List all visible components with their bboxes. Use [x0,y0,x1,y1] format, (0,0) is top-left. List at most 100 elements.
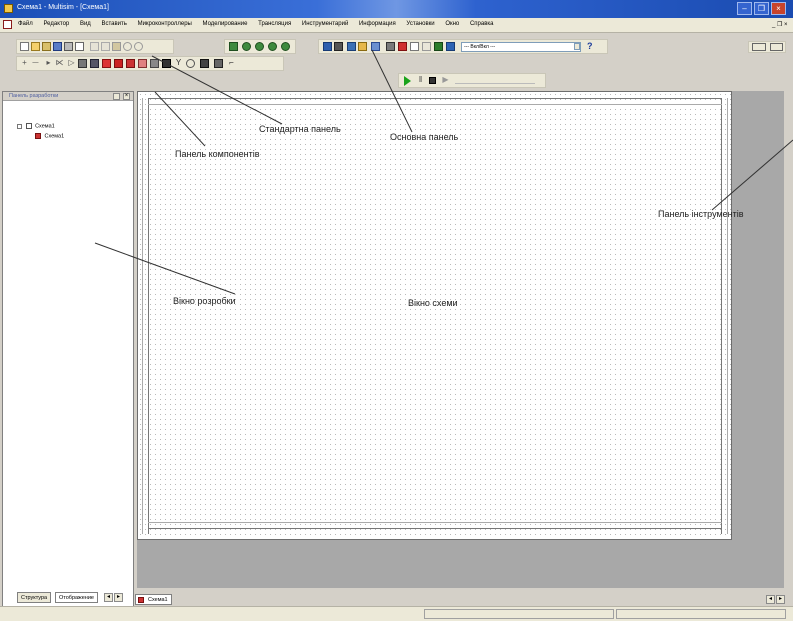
annotation-component-panel: Панель компонентів [175,149,260,159]
analog-icon[interactable]: ▷ [67,59,76,68]
stop-simulation-icon[interactable] [429,77,436,84]
open-folder-icon[interactable] [31,42,40,51]
postprocessor-icon[interactable] [386,42,395,51]
document-icon[interactable] [3,20,12,29]
misc-digital-icon[interactable] [102,59,111,68]
menu-reports[interactable]: Информация [359,21,396,27]
tab-visibility[interactable]: Отображение [55,592,98,603]
menu-mcu[interactable]: Микроконтроллеры [138,21,192,27]
tree-root[interactable]: Схема1 [17,123,55,129]
open-sample-icon[interactable] [42,42,51,51]
menu-options[interactable]: Установки [406,21,434,27]
menu-tools[interactable]: Инструментарий [302,21,348,27]
pause-at-next-icon[interactable]: ▶ [441,76,450,85]
zoom-area-icon[interactable] [268,42,277,51]
save-icon[interactable] [53,42,62,51]
ttl-icon[interactable] [78,59,87,68]
menu-bar: Файл Редактор Вид Вставить Микроконтролл… [0,18,793,33]
bus-icon[interactable]: ⌐ [227,59,236,68]
print-icon[interactable] [64,42,73,51]
sheet-tab[interactable]: Схема1 [135,594,172,605]
power-component-icon[interactable] [138,59,147,68]
in-use-list-dropdown[interactable]: --- Вкл/Вкл --- [461,42,581,52]
erc-icon[interactable] [398,42,407,51]
annotation-main-panel: Основна панель [390,132,459,142]
full-screen-icon[interactable] [229,42,238,51]
new-file-icon[interactable] [20,42,29,51]
mdi-controls[interactable]: _ ❐ × [772,21,788,28]
app-icon [4,4,13,13]
standard-toolbar [16,39,174,54]
menu-help[interactable]: Справка [470,21,494,27]
power-source-icon[interactable]: + [20,59,29,68]
zoom-toolbar [224,39,296,54]
indicator-icon[interactable] [126,59,135,68]
mixed-icon[interactable] [114,59,123,68]
schematic-icon [35,133,41,139]
sheet-tab-icon [138,597,144,603]
main-toolbar: --- Вкл/Вкл --- ? [318,39,608,54]
menu-transfer[interactable]: Трансляция [258,21,291,27]
menu-simulate[interactable]: Моделирование [203,21,248,27]
copy-icon[interactable] [101,42,110,51]
sheet-scroll-right-icon[interactable]: ▸ [776,595,785,604]
arrow-icon[interactable] [446,42,455,51]
cut-icon[interactable] [90,42,99,51]
tab-scroll-right-icon[interactable]: ▸ [114,593,123,602]
tree-child[interactable]: Схема1 [35,133,64,139]
paste-icon[interactable] [112,42,121,51]
run-simulation-icon[interactable] [404,76,411,86]
annotation-dev-window: Вікно розробки [173,296,236,306]
electromechanical-icon[interactable] [186,59,195,68]
sheet-scroll-left-icon[interactable]: ◂ [766,595,775,604]
zoom-fit-icon[interactable] [281,42,290,51]
tree-expand-icon[interactable] [17,123,22,129]
diode-icon[interactable]: ▸ [44,59,53,68]
status-pane-middle [424,609,614,619]
transistor-icon[interactable]: ⋉ [55,59,64,68]
restore-button[interactable]: ❐ [754,2,769,15]
basic-component-icon[interactable]: ⏤ [31,59,40,68]
panel-pin-icon[interactable] [113,93,120,100]
workspace[interactable] [137,91,784,588]
grapher-icon[interactable] [371,42,380,51]
back-annotate-icon[interactable] [422,42,431,51]
rf-icon[interactable]: Y [174,59,183,68]
redo-icon[interactable] [134,42,143,51]
misc-icon[interactable] [150,59,159,68]
title-bar: Схема1 - Multisim - [Схема1] – ❐ × [0,0,793,18]
minimize-button[interactable]: – [737,2,752,15]
help-icon[interactable]: ? [587,41,593,51]
menu-file[interactable]: Файл [18,21,33,27]
menu-insert[interactable]: Вставить [101,21,126,27]
cmos-icon[interactable] [90,59,99,68]
menu-window[interactable]: Окно [445,21,459,27]
zoom-out-icon[interactable] [255,42,264,51]
step-controls-icon[interactable] [455,76,535,84]
dropdown-arrow-icon[interactable] [574,43,580,50]
undo-icon[interactable] [123,42,132,51]
panel-close-icon[interactable]: × [123,93,130,100]
tile-view-icon[interactable] [770,43,783,51]
window-view-icon[interactable] [752,43,766,51]
ultiboard-icon[interactable] [410,42,419,51]
ruler-left [142,98,143,534]
tab-scroll-left-icon[interactable]: ◂ [104,593,113,602]
mcu-icon[interactable] [200,59,209,68]
advanced-peripherals-icon[interactable] [162,59,171,68]
show-design-toolbox-icon[interactable] [323,42,332,51]
print-preview-icon[interactable] [75,42,84,51]
hierarchical-block-icon[interactable] [214,59,223,68]
forward-annotate-icon[interactable] [434,42,443,51]
menu-edit[interactable]: Редактор [43,21,69,27]
tab-hierarchy[interactable]: Структура [17,592,52,603]
close-button[interactable]: × [771,2,786,15]
zoom-in-icon[interactable] [242,42,251,51]
create-component-icon[interactable] [358,42,367,51]
ruler-top [148,104,722,105]
menu-view[interactable]: Вид [80,21,91,27]
pause-simulation-icon[interactable]: ‖ [416,76,425,85]
database-manager-icon[interactable] [347,42,356,51]
spreadsheet-view-icon[interactable] [334,42,343,51]
status-pane-main [2,609,422,619]
